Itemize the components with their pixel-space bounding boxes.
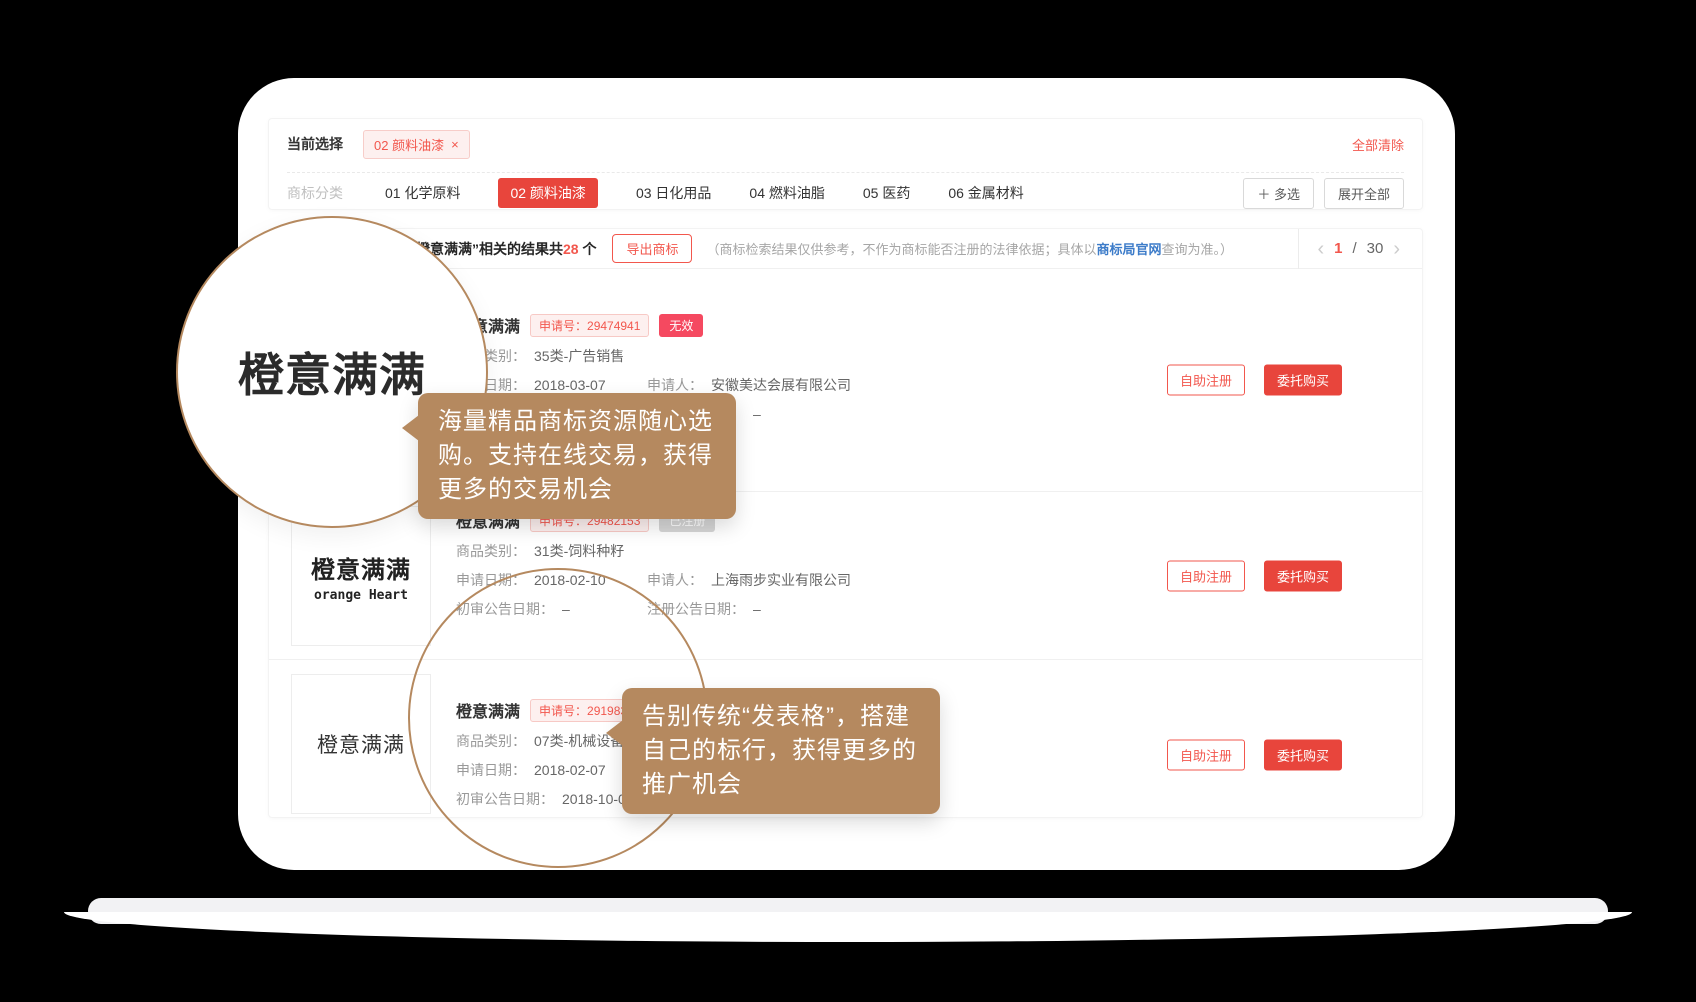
field-row: 商品类别：35类-广告销售	[456, 346, 851, 366]
thumbnail-text: 橙意满满	[317, 729, 405, 759]
field-row: 申请日期：2018-03-07 申请人：安徽美达会展有限公司	[456, 375, 851, 395]
tab-01-chemical[interactable]: 01 化学原料	[385, 183, 460, 203]
summary-count: 28	[563, 241, 579, 257]
pagination: ‹ 1 / 30 ›	[1298, 229, 1422, 269]
entrust-buy-button[interactable]: 委托购买	[1264, 740, 1342, 771]
status-badge: 无效	[659, 314, 703, 337]
trademark-office-link[interactable]: 商标局官网	[1097, 242, 1162, 257]
magnified-trademark-text: 橙意满满	[238, 339, 426, 405]
trademark-thumbnail: 橙意满满 orange Heart	[291, 506, 431, 646]
dashed-divider	[287, 172, 1404, 173]
chip-text: 02 颜料油漆	[374, 135, 444, 154]
field-value: –	[753, 404, 761, 424]
screenshot-stage: 当前选择 02 颜料油漆 × 全部清除 商标分类 01 化学原料 02 颜料油漆…	[0, 0, 1696, 1002]
thumbnail-subtext: orange Heart	[314, 588, 408, 603]
tab-04-fuel[interactable]: 04 燃料油脂	[749, 183, 824, 203]
tab-03-daily-chemical[interactable]: 03 日化用品	[636, 183, 711, 203]
category-actions: ＋ 多选 展开全部	[1243, 178, 1404, 209]
prev-page-icon[interactable]: ‹	[1317, 239, 1324, 259]
self-register-button[interactable]: 自助注册	[1167, 740, 1245, 771]
field-value: 35类-广告销售	[534, 346, 624, 366]
category-tabs: 01 化学原料 02 颜料油漆 03 日化用品 04 燃料油脂 05 医药 06…	[385, 178, 1024, 208]
field-label: 申请人：	[647, 375, 703, 395]
row-actions: 自助注册 委托购买	[1167, 560, 1342, 591]
tooltip-arrow-icon	[606, 720, 623, 746]
self-register-button[interactable]: 自助注册	[1167, 560, 1245, 591]
disclaimer-post: 查询为准。）	[1162, 242, 1234, 257]
filter-card: 当前选择 02 颜料油漆 × 全部清除 商标分类 01 化学原料 02 颜料油漆…	[268, 118, 1423, 210]
disclaimer-pre: （商标检索结果仅供参考，不作为商标能否注册的法律依据；具体以	[706, 242, 1096, 257]
row-actions: 自助注册 委托购买	[1167, 365, 1342, 396]
category-label: 商标分类	[287, 183, 343, 203]
field-value: 安徽美达会展有限公司	[711, 375, 851, 395]
field-label: 申请人：	[647, 570, 703, 590]
summary-suffix: 个	[579, 241, 597, 257]
total-pages: 30	[1367, 240, 1384, 257]
current-page: 1	[1334, 240, 1342, 257]
tooltip-marketplace: 海量精品商标资源随心选购。支持在线交易，获得更多的交易机会	[418, 393, 736, 519]
tooltip-text: 告别传统“发表格”，搭建自己的标行，获得更多的推广机会	[642, 703, 917, 798]
application-number-badge: 申请号：29474941	[530, 314, 649, 337]
disclaimer-text: （商标检索结果仅供参考，不作为商标能否注册的法律依据；具体以商标局官网查询为准。…	[706, 239, 1233, 258]
entrust-buy-button[interactable]: 委托购买	[1264, 560, 1342, 591]
field-label: 商品类别：	[456, 541, 526, 561]
tooltip-promotion: 告别传统“发表格”，搭建自己的标行，获得更多的推广机会	[622, 688, 940, 814]
tooltip-text: 海量精品商标资源随心选购。支持在线交易，获得更多的交易机会	[438, 408, 713, 503]
field-value: –	[753, 599, 761, 619]
current-selection-row: 当前选择 02 颜料油漆 × 全部清除	[287, 127, 1404, 161]
tooltip-arrow-icon	[402, 415, 419, 441]
clear-all-link[interactable]: 全部清除	[1352, 135, 1404, 154]
chip-close-icon[interactable]: ×	[451, 138, 459, 151]
current-selection-label: 当前选择	[287, 134, 343, 154]
tab-02-pigment-active[interactable]: 02 颜料油漆	[498, 178, 597, 208]
page-separator: /	[1352, 240, 1356, 257]
self-register-button[interactable]: 自助注册	[1167, 365, 1245, 396]
thumbnail-text: 橙意满满	[311, 550, 411, 585]
export-trademark-button[interactable]: 导出商标	[612, 234, 692, 263]
next-page-icon[interactable]: ›	[1393, 239, 1400, 259]
field-value: 上海雨步实业有限公司	[711, 570, 851, 590]
trademark-title-line: 橙意满满 申请号：29474941 无效	[456, 313, 851, 337]
row-actions: 自助注册 委托购买	[1167, 740, 1342, 771]
multi-select-button[interactable]: ＋ 多选	[1243, 178, 1314, 209]
field-value: 31类-饲料种籽	[534, 541, 624, 561]
selected-filter-chip[interactable]: 02 颜料油漆 ×	[363, 130, 470, 159]
mockup-base-curve	[64, 912, 1632, 942]
expand-all-button[interactable]: 展开全部	[1324, 178, 1404, 209]
entrust-buy-button[interactable]: 委托购买	[1264, 365, 1342, 396]
category-row: 商标分类 01 化学原料 02 颜料油漆 03 日化用品 04 燃料油脂 05 …	[287, 177, 1404, 209]
field-value: 2018-03-07	[534, 375, 606, 395]
field-row: 商品类别： 31类-饲料种籽	[456, 541, 851, 561]
tab-06-metal[interactable]: 06 金属材料	[948, 183, 1023, 203]
tab-05-medicine[interactable]: 05 医药	[863, 183, 910, 203]
